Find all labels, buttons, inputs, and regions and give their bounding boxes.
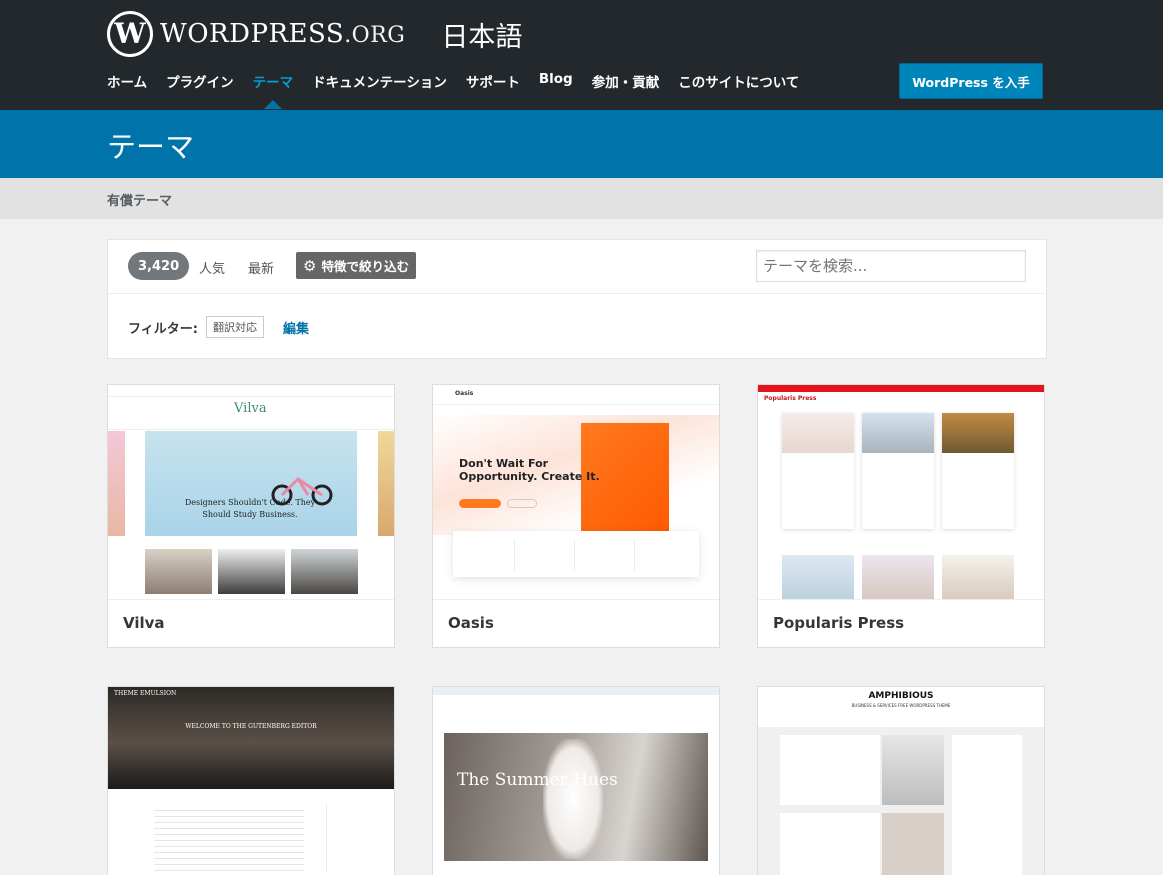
shop-topbar	[433, 687, 719, 695]
nav-home[interactable]: ホーム	[107, 71, 147, 93]
amphibious-post	[780, 735, 880, 805]
vilva-menu	[108, 421, 394, 430]
page-title: テーマ	[107, 130, 195, 164]
theme-card-vilva[interactable]: Vilva Designers Shouldn't Code. They Sho…	[107, 384, 395, 648]
theme-screenshot[interactable]: The Summer Hues	[433, 687, 719, 875]
shop-hero-figure	[543, 739, 603, 859]
theme-screenshot[interactable]: AMPHIBIOUS BUSINESS & SERVICES FREE WORD…	[758, 687, 1044, 875]
amphibious-subtitle: BUSINESS & SERVICES FREE WORDPRESS THEME	[851, 703, 951, 708]
vilva-slide-right	[378, 431, 394, 536]
feature-filter-button[interactable]: ⚙ 特徴で絞り込む	[296, 252, 416, 279]
theme-card-amphibious[interactable]: AMPHIBIOUS BUSINESS & SERVICES FREE WORD…	[757, 686, 1045, 875]
oasis-cta-secondary	[507, 499, 537, 508]
emulsion-headline: WELCOME TO THE GUTENBERG EDITOR	[185, 723, 317, 730]
amphibious-post-image	[882, 813, 944, 875]
nav-documentation[interactable]: ドキュメンテーション	[312, 71, 447, 93]
page-title-band: テーマ	[0, 110, 1163, 178]
nav-plugins[interactable]: プラグイン	[166, 71, 234, 93]
popularis-logo: Popularis Press	[764, 395, 817, 402]
theme-name[interactable]: Oasis	[448, 614, 494, 632]
nav-about[interactable]: このサイトについて	[678, 71, 799, 93]
oasis-features	[453, 531, 699, 577]
vilva-thumb-2	[218, 549, 285, 594]
theme-name[interactable]: Vilva	[123, 614, 165, 632]
theme-filter-panel: 3,420 人気 最新 ⚙ 特徴で絞り込む フィルター: 翻訳対応 編集	[107, 239, 1047, 359]
edit-filters-link[interactable]: 編集	[283, 318, 309, 337]
filter-toolbar: 3,420 人気 最新 ⚙ 特徴で絞り込む	[108, 240, 1046, 294]
sub-nav: 有償テーマ	[0, 178, 1163, 219]
theme-card-oasis[interactable]: Oasis Don't Wait For Opportunity. Create…	[432, 384, 720, 648]
filter-label: フィルター:	[128, 321, 198, 337]
theme-name[interactable]: Popularis Press	[773, 614, 904, 632]
sort-popular-tab[interactable]: 人気	[199, 258, 225, 277]
locale-label[interactable]: 日本語	[441, 15, 522, 54]
logo-wordpress: WORDPRESS	[160, 19, 345, 49]
amphibious-sidebar	[952, 735, 1022, 875]
emulsion-article-text	[154, 805, 304, 875]
oasis-headline: Don't Wait For Opportunity. Create It.	[459, 457, 600, 483]
amphibious-post	[780, 813, 880, 875]
oasis-brand: Oasis	[455, 390, 474, 397]
wordpress-logo[interactable]: W WORDPRESS.ORG 日本語	[107, 11, 522, 57]
theme-count-badge: 3,420	[128, 252, 190, 280]
popularis-post	[942, 413, 1014, 529]
theme-screenshot[interactable]: Popularis Press	[758, 385, 1044, 600]
oasis-nav: Oasis	[433, 385, 719, 405]
vilva-hero-text: Designers Shouldn't Code. They Should St…	[184, 498, 316, 519]
emulsion-sidebar	[326, 803, 388, 873]
active-nav-caret	[263, 100, 282, 109]
get-wordpress-button[interactable]: WordPress を入手	[899, 63, 1043, 99]
nav-support[interactable]: サポート	[466, 71, 520, 93]
theme-card-emulsion[interactable]: THEME EMULSION WELCOME TO THE GUTENBERG …	[107, 686, 395, 875]
popularis-topbar	[758, 385, 1044, 392]
active-filter-row: フィルター: 翻訳対応 編集	[128, 316, 309, 338]
emulsion-hero	[108, 687, 394, 789]
popularis-post-image	[942, 555, 1014, 599]
nav-participate[interactable]: 参加・貢献	[592, 71, 660, 93]
main-nav: ホーム プラグイン テーマ ドキュメンテーション サポート Blog 参加・貢献…	[107, 71, 818, 109]
sort-latest-tab[interactable]: 最新	[248, 258, 274, 277]
nav-themes[interactable]: テーマ	[252, 71, 294, 109]
theme-search-input[interactable]	[756, 250, 1026, 282]
shop-hero-text: The Summer Hues	[457, 770, 618, 790]
vilva-slide-left	[108, 431, 125, 536]
oasis-cta	[459, 499, 501, 508]
vilva-topbar	[108, 385, 394, 397]
theme-screenshot[interactable]: Vilva Designers Shouldn't Code. They Sho…	[108, 385, 394, 600]
nav-themes-label: テーマ	[252, 75, 294, 91]
emulsion-brand: THEME EMULSION	[114, 690, 177, 697]
nav-blog[interactable]: Blog	[539, 71, 573, 93]
filter-tag-translation-ready[interactable]: 翻訳対応	[205, 316, 264, 338]
amphibious-post-image	[882, 735, 944, 805]
commercial-themes-link[interactable]: 有償テーマ	[107, 190, 172, 209]
amphibious-title: AMPHIBIOUS	[868, 691, 934, 701]
vilva-thumb-1	[145, 549, 212, 594]
popularis-post	[782, 413, 854, 529]
theme-card-popularis-press[interactable]: Popularis Press Popularis Press	[757, 384, 1045, 648]
vilva-thumb-3	[291, 549, 358, 594]
popularis-post-image	[782, 555, 854, 599]
theme-card-summer-hues[interactable]: The Summer Hues	[432, 686, 720, 875]
logo-text: WORDPRESS.ORG	[160, 19, 405, 49]
gear-icon: ⚙	[303, 256, 317, 275]
site-header: W WORDPRESS.ORG 日本語 ホーム プラグイン テーマ ドキュメンテ…	[0, 0, 1163, 110]
theme-screenshot[interactable]: Oasis Don't Wait For Opportunity. Create…	[433, 385, 719, 600]
wordpress-logo-icon: W	[107, 11, 153, 57]
vilva-logo: Vilva	[234, 401, 267, 416]
popularis-post	[862, 413, 934, 529]
feature-filter-label: 特徴で絞り込む	[321, 259, 409, 274]
theme-screenshot[interactable]: THEME EMULSION WELCOME TO THE GUTENBERG …	[108, 687, 394, 875]
popularis-post-image	[862, 555, 934, 599]
logo-org: .ORG	[344, 23, 406, 48]
